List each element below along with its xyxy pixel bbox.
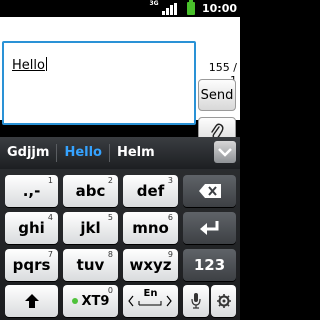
key-number: 0 bbox=[107, 286, 113, 295]
status-bar: 3G 10:00 bbox=[0, 0, 240, 17]
shift-key[interactable] bbox=[5, 285, 58, 317]
text-cursor bbox=[45, 57, 47, 71]
key-tuv[interactable]: tuv 8 bbox=[63, 249, 118, 281]
key-label: mno bbox=[132, 219, 169, 237]
settings-key[interactable] bbox=[211, 285, 236, 317]
key-label: tuv bbox=[76, 256, 105, 274]
key-number: 3 bbox=[167, 176, 173, 185]
network-type-label: 3G bbox=[149, 0, 159, 7]
key-number: 5 bbox=[107, 213, 113, 222]
message-text: Hello bbox=[12, 57, 47, 74]
key-number: 1 bbox=[47, 176, 53, 185]
enter-icon bbox=[199, 221, 218, 235]
key-wxyz[interactable]: wxyz 9 bbox=[123, 249, 178, 281]
key-number: 2 bbox=[107, 176, 113, 185]
key-label: XT9 bbox=[81, 293, 110, 309]
key-punctuation[interactable]: .,- 1 bbox=[5, 175, 58, 207]
shift-arrow-icon bbox=[24, 294, 39, 308]
key-label-wrap: XT9 bbox=[71, 293, 110, 309]
compose-area: Hello 155 / 1 Send bbox=[0, 17, 240, 147]
key-label: jkl bbox=[80, 219, 101, 237]
chevron-down-icon bbox=[218, 148, 232, 157]
xt9-key[interactable]: XT9 0 bbox=[63, 285, 118, 317]
language-space-key[interactable]: En bbox=[123, 285, 178, 317]
key-number: 8 bbox=[107, 250, 113, 259]
key-pqrs[interactable]: pqrs 7 bbox=[5, 249, 58, 281]
suggestion-strip: Gdjjm Hello Helm bbox=[0, 137, 240, 169]
xt9-status-dot bbox=[71, 297, 78, 304]
suggestion-item-selected[interactable]: Hello bbox=[57, 137, 109, 169]
message-input[interactable]: Hello bbox=[2, 41, 196, 125]
key-number: 6 bbox=[167, 213, 173, 222]
key-number: 4 bbox=[47, 213, 53, 222]
signal-icon bbox=[162, 3, 178, 15]
key-label: ghi bbox=[18, 219, 45, 237]
numeric-mode-key[interactable]: 123 bbox=[183, 249, 236, 281]
key-label: pqrs bbox=[12, 256, 51, 274]
gear-icon bbox=[216, 294, 231, 308]
language-label: En bbox=[143, 288, 158, 299]
key-label: abc bbox=[75, 182, 106, 200]
send-button[interactable]: Send bbox=[198, 79, 236, 111]
key-def[interactable]: def 3 bbox=[123, 175, 178, 207]
key-number: 9 bbox=[167, 250, 173, 259]
key-jkl[interactable]: jkl 5 bbox=[63, 212, 118, 244]
key-label: def bbox=[136, 182, 165, 200]
microphone-icon bbox=[191, 293, 201, 309]
key-ghi[interactable]: ghi 4 bbox=[5, 212, 58, 244]
voice-input-key[interactable] bbox=[183, 285, 209, 317]
enter-key[interactable] bbox=[183, 212, 236, 244]
suggestion-item[interactable]: Helm bbox=[110, 137, 162, 169]
suggestion-item[interactable]: Gdjjm bbox=[0, 137, 56, 169]
key-mno[interactable]: mno 6 bbox=[123, 212, 178, 244]
keyboard: .,- 1 abc 2 def 3 ghi 4 jkl 5 mno 6 pqrs… bbox=[0, 169, 240, 320]
key-number: 7 bbox=[47, 250, 53, 259]
message-text-value: Hello bbox=[12, 58, 45, 73]
key-label: .,- bbox=[22, 182, 41, 200]
battery-icon bbox=[187, 0, 195, 15]
key-label: wxyz bbox=[129, 256, 172, 274]
key-abc[interactable]: abc 2 bbox=[63, 175, 118, 207]
backspace-icon bbox=[198, 184, 221, 198]
key-label: 123 bbox=[193, 256, 226, 274]
backspace-key[interactable] bbox=[183, 175, 236, 207]
expand-suggestions-button[interactable] bbox=[214, 141, 236, 163]
status-time: 10:00 bbox=[202, 2, 238, 15]
